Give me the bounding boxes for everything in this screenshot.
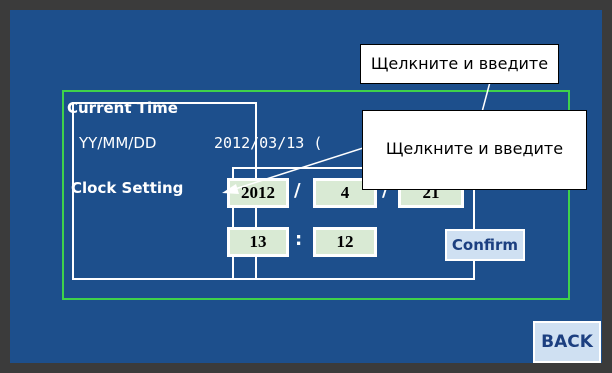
callout-arrow-line — [234, 141, 383, 190]
callout-top-leader — [481, 81, 491, 113]
callout-arrow-head — [222, 184, 239, 194]
callout-top: Щелкните и введите — [360, 44, 559, 84]
callout-middle: Щелкните и введите — [362, 110, 587, 190]
